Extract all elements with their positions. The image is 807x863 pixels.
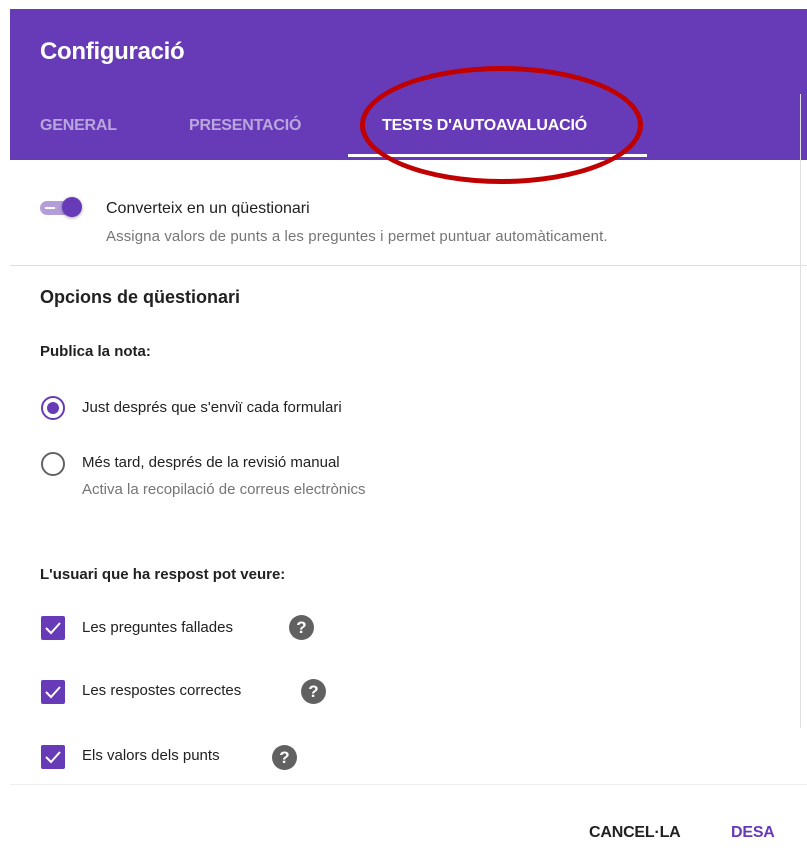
toggle-on-mark xyxy=(45,207,55,209)
correct-answers-label[interactable]: Les respostes correctes xyxy=(82,682,241,699)
release-later-sublabel: Activa la recopilació de correus electrò… xyxy=(82,481,366,498)
release-immediately-label[interactable]: Just després que s'enviï cada formulari xyxy=(82,399,342,416)
missed-questions-checkbox[interactable] xyxy=(41,616,65,640)
tab-presentation[interactable]: PRESENTACIÓ xyxy=(189,117,301,135)
release-later-radio[interactable] xyxy=(41,452,65,476)
release-later-label[interactable]: Més tard, després de la revisió manual xyxy=(82,454,340,471)
save-button[interactable]: DESA xyxy=(731,824,775,842)
annotation-highlight-oval xyxy=(360,66,643,184)
quiz-options-heading: Opcions de qüestionari xyxy=(40,287,241,307)
section-divider xyxy=(10,265,807,266)
quiz-toggle-label: Converteix en un qüestionari xyxy=(106,200,310,217)
release-grade-heading: Publica la nota: xyxy=(40,343,151,360)
footer-divider xyxy=(10,784,807,785)
help-icon[interactable]: ? xyxy=(272,745,297,770)
dialog-title: Configuració xyxy=(40,38,185,65)
correct-answers-checkbox[interactable] xyxy=(41,680,65,704)
settings-dialog: Configuració GENERAL PRESENTACIÓ TESTS D… xyxy=(10,9,807,863)
quiz-toggle-switch[interactable] xyxy=(40,197,82,217)
missed-questions-label[interactable]: Les preguntes fallades xyxy=(82,619,233,636)
release-immediately-radio[interactable] xyxy=(41,396,65,420)
tab-general[interactable]: GENERAL xyxy=(40,117,117,135)
cancel-button[interactable]: CANCEL·LA xyxy=(589,824,681,842)
point-values-label[interactable]: Els valors dels punts xyxy=(82,747,220,764)
scrollbar[interactable] xyxy=(800,94,807,728)
respondent-can-see-heading: L'usuari que ha respost pot veure: xyxy=(40,566,286,583)
point-values-checkbox[interactable] xyxy=(41,745,65,769)
help-icon[interactable]: ? xyxy=(301,679,326,704)
check-icon xyxy=(45,686,61,699)
check-icon xyxy=(45,751,61,764)
quiz-toggle-description: Assigna valors de punts a les preguntes … xyxy=(106,228,608,245)
check-icon xyxy=(45,622,61,635)
toggle-knob xyxy=(62,197,82,217)
help-icon[interactable]: ? xyxy=(289,615,314,640)
